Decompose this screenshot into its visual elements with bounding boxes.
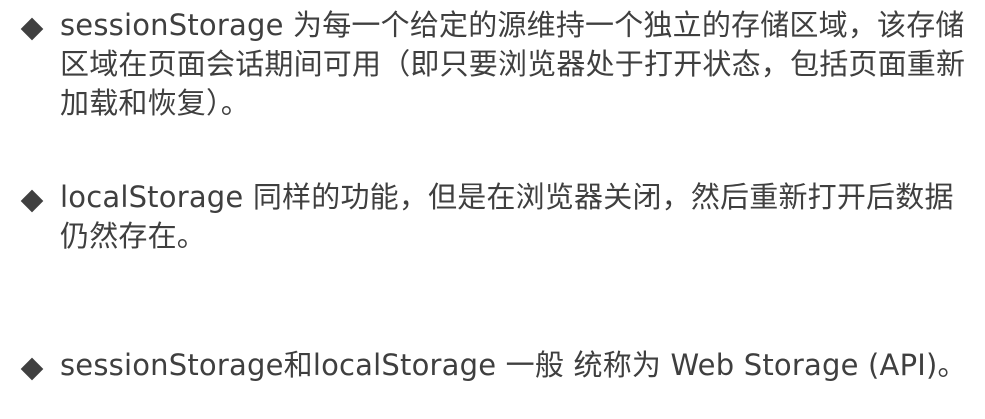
- bullet-item-web-storage: sessionStorage和localStorage 一般 统称为 Web S…: [20, 346, 970, 385]
- document-page: sessionStorage 为每一个给定的源维持一个独立的存储区域，该存储区域…: [0, 0, 985, 419]
- diamond-bullet-icon: [20, 17, 44, 41]
- bullet-text-web-storage: sessionStorage和localStorage 一般 统称为 Web S…: [60, 348, 967, 382]
- bullet-text-local-storage: localStorage 同样的功能，但是在浏览器关闭，然后重新打开后数据仍然存…: [60, 180, 954, 253]
- bullet-item-session-storage: sessionStorage 为每一个给定的源维持一个独立的存储区域，该存储区域…: [20, 6, 970, 123]
- diamond-bullet-icon: [20, 357, 44, 381]
- diamond-bullet-icon: [20, 189, 44, 213]
- bullet-text-session-storage: sessionStorage 为每一个给定的源维持一个独立的存储区域，该存储区域…: [60, 8, 966, 120]
- bullet-item-local-storage: localStorage 同样的功能，但是在浏览器关闭，然后重新打开后数据仍然存…: [20, 178, 970, 256]
